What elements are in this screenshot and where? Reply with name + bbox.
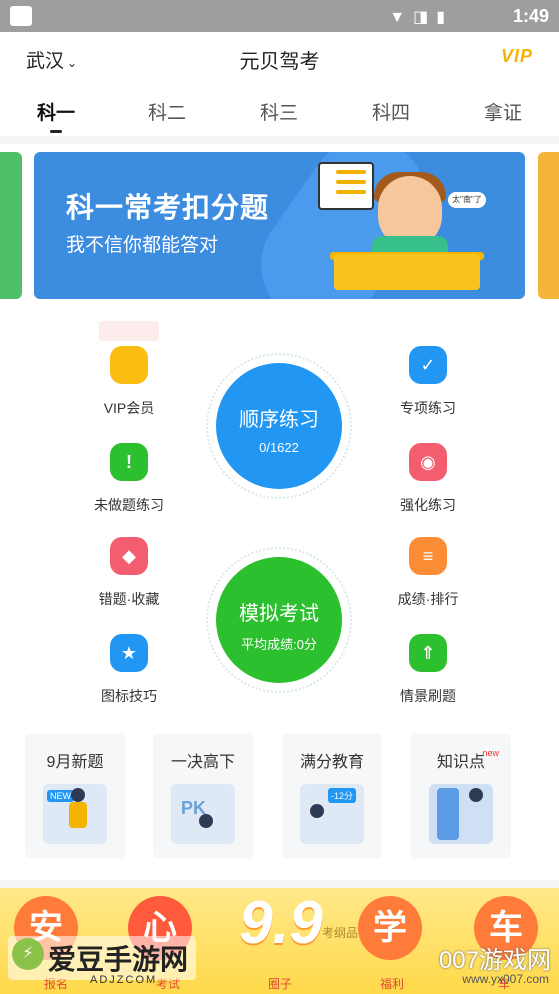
order-practice-button[interactable]: 顺序练习 0/1622: [216, 363, 342, 489]
tag-icon: ◆: [110, 537, 148, 575]
target-icon: ◉: [409, 443, 447, 481]
exclamation-icon: !: [110, 443, 148, 481]
undone-practice-button[interactable]: ! 未做题练习: [74, 443, 184, 515]
vip-member-label: VIP会员: [103, 400, 155, 416]
tab-subject-4[interactable]: 科四: [351, 98, 431, 125]
tab-subject-1[interactable]: 科一: [16, 98, 96, 125]
banner-prev-peek[interactable]: [0, 152, 22, 299]
app-title: 元贝驾考: [239, 51, 320, 73]
scene-practice-label: 情景刷题: [400, 688, 456, 704]
card-title: 一决高下: [170, 754, 235, 771]
badge-icon: ★: [110, 634, 148, 672]
score-ranking-label: 成绩·排行: [397, 591, 459, 607]
vip-crown-icon: [110, 346, 148, 384]
wrong-favorites-label: 错题·收藏: [98, 591, 160, 607]
list-icon: ≡: [409, 537, 447, 575]
clipboard-check-icon: ✓: [409, 346, 447, 384]
order-practice-progress: 0/1622: [259, 440, 299, 455]
status-icons: ▼◨▮: [389, 9, 453, 26]
strengthen-practice-label: 强化练习: [400, 497, 456, 513]
app-header: 武汉 ⌄ 元贝驾考 VIP: [0, 32, 559, 84]
mock-exam-average: 平均成绩:0分: [241, 637, 317, 652]
watermark-right: 007游戏网: [438, 947, 551, 974]
scene-practice-button[interactable]: ⇑ 情景刷题: [373, 634, 483, 706]
card-knowledge-points[interactable]: 知识点 new: [411, 734, 511, 858]
banner-next-peek[interactable]: [538, 152, 559, 299]
card-pk[interactable]: 一决高下 PK: [153, 734, 253, 858]
card-new-questions[interactable]: 9月新题 NEW: [25, 734, 125, 858]
subject-tabs: 科一 科二 科三 科四 拿证: [0, 84, 559, 134]
status-time: 1:49: [512, 6, 549, 26]
banner-subtitle: 我不信你都能答对: [66, 235, 219, 256]
tab-license[interactable]: 拿证: [463, 98, 543, 125]
bottom-label-circle[interactable]: 圈子: [250, 975, 310, 992]
vip-member-button[interactable]: VIP会员: [74, 346, 184, 418]
watermark-left-sub: ADJZCOM: [90, 974, 158, 986]
icon-tips-button[interactable]: ★ 图标技巧: [74, 634, 184, 706]
banner-title: 科一常考扣分题: [66, 192, 270, 223]
vip-promo-tag: [99, 321, 159, 341]
strengthen-practice-button[interactable]: ◉ 强化练习: [373, 443, 483, 515]
bottom-label-welfare[interactable]: 福利: [362, 975, 422, 992]
mock-exam-title: 模拟考试: [239, 603, 319, 625]
score-ranking-button[interactable]: ≡ 成绩·排行: [373, 537, 483, 609]
watermark-logo-icon: ⚡: [12, 938, 44, 970]
road-icon: ⇑: [409, 634, 447, 672]
icon-tips-label: 图标技巧: [101, 688, 157, 704]
pk-shield-illustration: PK: [171, 784, 235, 844]
undone-practice-label: 未做题练习: [94, 497, 164, 513]
card-full-score-education[interactable]: 满分教育 -12分: [282, 734, 382, 858]
promo-banner[interactable]: 科一常考扣分题 我不信你都能答对 太"南"了: [34, 152, 525, 299]
card-title: 9月新题: [46, 754, 104, 771]
promo-note: 考纲品: [322, 926, 359, 940]
exam-paper-illustration: [318, 162, 374, 210]
promo-price: 9.9: [239, 889, 323, 956]
tab-subject-3[interactable]: 科三: [239, 98, 319, 125]
active-tab-indicator: [50, 130, 62, 133]
speech-bubble: 太"南"了: [448, 192, 486, 208]
desk-illustration: [334, 254, 480, 290]
vip-icon[interactable]: VIP: [501, 46, 533, 67]
wrong-favorites-button[interactable]: ◆ 错题·收藏: [74, 537, 184, 609]
watermark-right-sub: www.yx007.com: [462, 972, 549, 986]
special-practice-button[interactable]: ✓ 专项练习: [373, 346, 483, 418]
order-practice-title: 顺序练习: [239, 409, 319, 431]
books-illustration: [429, 784, 493, 844]
special-practice-label: 专项练习: [400, 400, 456, 416]
promo-char-xue: 学: [358, 896, 422, 960]
section-divider: [0, 880, 559, 888]
full-score-illustration: -12分: [300, 784, 364, 844]
tab-subject-2[interactable]: 科二: [127, 98, 207, 125]
card-title: 满分教育: [299, 754, 364, 771]
mock-exam-button[interactable]: 模拟考试 平均成绩:0分: [216, 557, 342, 683]
new-badge: new: [482, 748, 499, 758]
new-questions-illustration: NEW: [43, 784, 107, 844]
section-divider: [0, 136, 559, 144]
status-bar: ▼◨▮ 1:49: [0, 0, 559, 32]
notification-icon: [10, 6, 32, 26]
